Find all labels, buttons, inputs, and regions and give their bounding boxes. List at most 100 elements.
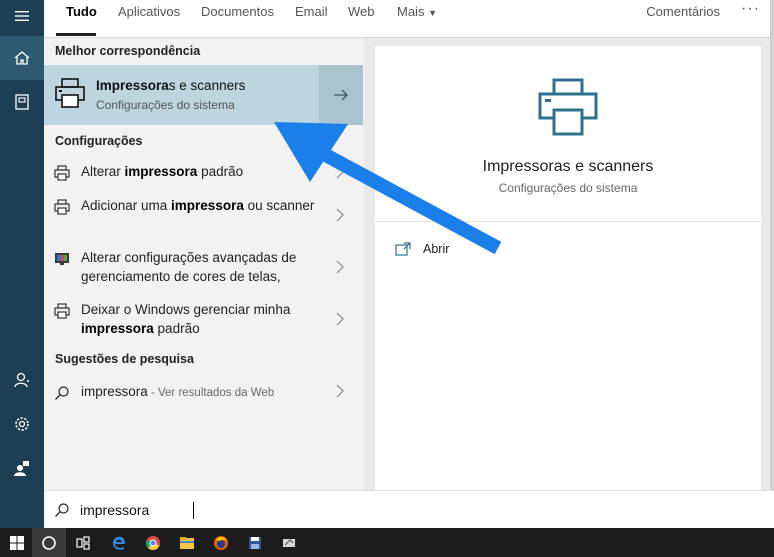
preview-title: Impressoras e scanners bbox=[482, 158, 654, 175]
list-item[interactable]: Alterar impressora padrão bbox=[44, 162, 364, 188]
account-button[interactable] bbox=[0, 358, 44, 402]
tab-web[interactable]: Web bbox=[348, 4, 375, 19]
best-match-title-rest: s e scanners bbox=[168, 78, 246, 93]
monitor-color-icon bbox=[55, 253, 69, 265]
taskbar-app[interactable] bbox=[204, 528, 238, 557]
more-options-icon[interactable]: ··· bbox=[741, 0, 760, 18]
printer-icon bbox=[54, 199, 70, 215]
taskbar-app[interactable] bbox=[102, 528, 136, 557]
tab-email[interactable]: Email bbox=[295, 4, 328, 19]
best-match-heading: Melhor correspondência bbox=[55, 44, 201, 58]
taskbar bbox=[0, 528, 774, 557]
save-floppy-icon bbox=[249, 536, 261, 549]
best-match-main[interactable]: Impressoras e scanners Configurações do … bbox=[44, 65, 318, 125]
app-icon bbox=[283, 538, 295, 547]
edge-browser-icon bbox=[113, 536, 125, 550]
taskbar-app[interactable] bbox=[272, 528, 306, 557]
feedback-link[interactable]: Comentários bbox=[646, 4, 720, 19]
label-part: ou scanner bbox=[243, 198, 315, 213]
preview-panel: Impressoras e scanners Configurações do … bbox=[375, 46, 761, 490]
list-item-label: Alterar impressora padrão bbox=[81, 162, 321, 181]
best-match-result[interactable]: Impressoras e scanners Configurações do … bbox=[44, 65, 363, 125]
best-match-subtitle: Configurações do sistema bbox=[96, 98, 235, 112]
printer-icon bbox=[55, 78, 85, 108]
windows-logo-icon bbox=[10, 535, 24, 550]
preview-header: Impressoras e scanners Configurações do … bbox=[375, 46, 761, 222]
hamburger-menu-button[interactable] bbox=[0, 0, 44, 32]
search-icon bbox=[55, 386, 69, 400]
preview-subtitle: Configurações do sistema bbox=[498, 181, 638, 195]
list-item-label: Alterar configurações avançadas de geren… bbox=[81, 248, 321, 286]
file-explorer-icon bbox=[180, 536, 194, 549]
text-caret bbox=[193, 502, 194, 519]
label-part: padrão bbox=[197, 164, 244, 179]
open-arrow-button[interactable] bbox=[319, 65, 363, 125]
taskbar-app[interactable] bbox=[170, 528, 204, 557]
chevron-right-icon bbox=[336, 165, 344, 179]
list-item[interactable]: Deixar o Windows gerenciar minha impress… bbox=[44, 300, 364, 340]
search-window: Tudo Aplicativos Documentos Email Web Ma… bbox=[0, 0, 774, 557]
list-item-label: Deixar o Windows gerenciar minha impress… bbox=[81, 300, 321, 338]
printer-icon bbox=[54, 165, 70, 181]
user-icon bbox=[14, 372, 29, 388]
tab-mais[interactable]: Mais ▼ bbox=[397, 4, 437, 19]
chevron-right-icon bbox=[336, 384, 344, 398]
settings-button[interactable] bbox=[0, 402, 44, 446]
label-part: padrão bbox=[153, 321, 200, 336]
label-bold: impressora bbox=[171, 198, 244, 213]
printer-icon bbox=[54, 303, 70, 319]
cortana-circle-icon bbox=[42, 535, 56, 550]
label-bold: impressora bbox=[124, 164, 198, 179]
search-icon bbox=[55, 503, 69, 517]
caret-down-icon: ▼ bbox=[428, 8, 437, 18]
best-match-title: Impressoras e scanners bbox=[96, 78, 245, 93]
tab-documentos[interactable]: Documentos bbox=[201, 4, 274, 19]
tab-mais-label: Mais bbox=[397, 4, 425, 19]
suggestion-query: impressora bbox=[81, 384, 148, 399]
list-item[interactable]: Adicionar uma impressora ou scanner bbox=[44, 196, 364, 236]
best-match-title-bold: Impressora bbox=[96, 78, 169, 93]
feedback-button[interactable] bbox=[0, 446, 44, 490]
taskbar-app[interactable] bbox=[238, 528, 272, 557]
left-rail bbox=[0, 0, 44, 528]
suggestion-hint: - Ver resultados da Web bbox=[147, 387, 275, 399]
notebook-icon bbox=[15, 94, 29, 110]
search-input[interactable] bbox=[80, 498, 480, 522]
settings-heading: Configurações bbox=[55, 134, 143, 148]
open-label: Abrir bbox=[423, 242, 450, 256]
label-part: Adicionar uma bbox=[81, 198, 172, 213]
chevron-right-icon bbox=[336, 260, 344, 274]
arrow-right-icon bbox=[334, 89, 348, 101]
feedback-person-icon bbox=[14, 461, 29, 476]
window-edge bbox=[770, 0, 774, 528]
label-part: Alterar bbox=[81, 164, 125, 179]
gear-icon bbox=[15, 417, 29, 431]
task-view-button[interactable] bbox=[66, 528, 100, 557]
notebook-button[interactable] bbox=[0, 80, 44, 124]
suggestion-label: impressora - Ver resultados da Web bbox=[81, 382, 321, 403]
home-icon bbox=[14, 51, 30, 65]
firefox-browser-icon bbox=[214, 535, 228, 550]
label-part: Deixar o Windows gerenciar minha bbox=[81, 302, 291, 317]
list-item[interactable]: Alterar configurações avançadas de geren… bbox=[44, 248, 364, 288]
cortana-button[interactable] bbox=[32, 528, 66, 557]
open-action[interactable]: Abrir bbox=[395, 240, 515, 262]
results-panel: Melhor correspondência Impressoras e sca… bbox=[44, 38, 364, 490]
taskbar-app[interactable] bbox=[136, 528, 170, 557]
start-button[interactable] bbox=[0, 528, 34, 557]
home-button[interactable] bbox=[0, 36, 44, 80]
label-part: Alterar configurações avançadas de geren… bbox=[81, 250, 297, 284]
chevron-right-icon bbox=[336, 208, 344, 222]
filter-tabs: Tudo Aplicativos Documentos Email Web Ma… bbox=[44, 0, 774, 38]
hamburger-icon bbox=[15, 11, 29, 21]
open-window-icon bbox=[395, 242, 411, 256]
task-view-icon bbox=[76, 535, 90, 550]
tab-aplicativos[interactable]: Aplicativos bbox=[118, 4, 180, 19]
tab-tudo[interactable]: Tudo bbox=[66, 4, 97, 19]
chevron-right-icon bbox=[336, 312, 344, 326]
list-item-label: Adicionar uma impressora ou scanner bbox=[81, 196, 321, 215]
label-bold: impressora bbox=[81, 321, 154, 336]
search-bar bbox=[44, 490, 774, 528]
web-suggestion[interactable]: impressora - Ver resultados da Web bbox=[44, 382, 364, 406]
printer-icon bbox=[538, 78, 598, 136]
